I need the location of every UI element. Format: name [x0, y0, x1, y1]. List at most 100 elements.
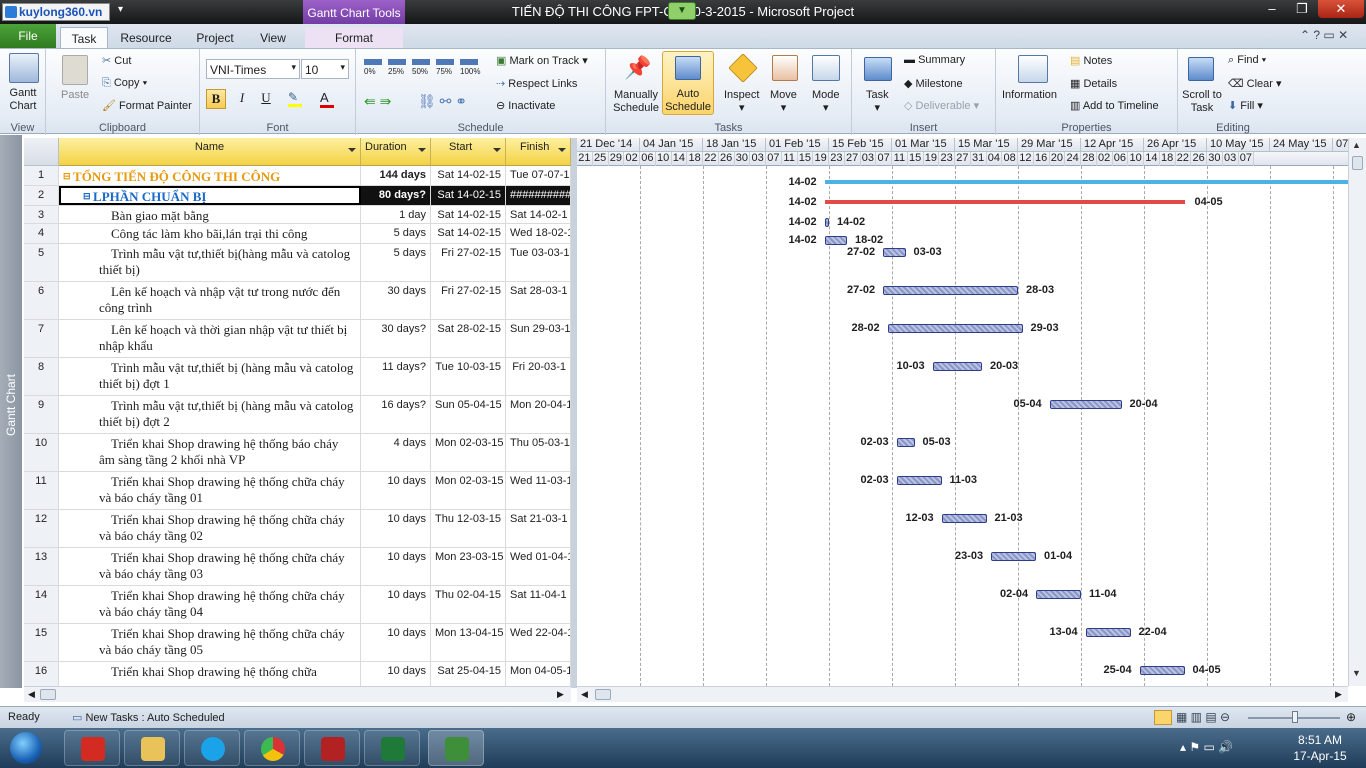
task-name-cell[interactable]: Công tác làm kho bãi,lán trại thi công	[59, 224, 361, 243]
clear-button[interactable]: ⌫ Clear ▾	[1228, 77, 1282, 90]
mode-button[interactable]: Mode ▾	[812, 89, 840, 115]
help-icon[interactable]: ⌃ ? ▭ ✕	[1300, 28, 1348, 42]
finish-cell[interactable]: Wed 22-04-1	[506, 624, 571, 661]
task-name-cell[interactable]: ⊟ TỔNG TIẾN ĐỘ CÔNG THI CÔNG	[59, 166, 361, 185]
duration-cell[interactable]: 4 days	[361, 434, 431, 471]
pct-100-button[interactable]: 100%	[460, 67, 480, 76]
paste-button[interactable]: Paste	[61, 89, 89, 101]
row-id[interactable]: 10	[24, 434, 59, 471]
column-header-start[interactable]: Start	[431, 138, 506, 166]
task-name-cell[interactable]: Bàn giao mặt bằng	[59, 206, 361, 223]
chart-horizontal-scrollbar[interactable]: ◀ ▶	[577, 686, 1348, 702]
scroll-left-icon[interactable]: ◀	[581, 689, 588, 700]
tray-icons[interactable]: ▴ ⚑ ▭ 🔊	[1180, 740, 1233, 754]
select-all-corner[interactable]	[24, 138, 59, 166]
gantt-bar[interactable]	[1049, 400, 1122, 409]
finish-cell[interactable]: Sun 29-03-1	[506, 320, 571, 357]
finish-cell[interactable]: Sat 21-03-1	[506, 510, 571, 547]
table-row[interactable]: 2 ⊟ LPHẦN CHUẨN BỊ 80 days? Sat 14-02-15 ###…	[24, 186, 571, 206]
duration-cell[interactable]: 5 days	[361, 244, 431, 281]
taskbar-chrome-icon[interactable]	[244, 730, 300, 766]
gantt-bar[interactable]	[896, 476, 942, 485]
start-cell[interactable]: Mon 02-03-15	[431, 472, 506, 509]
view-bar[interactable]: Gantt Chart	[0, 135, 22, 688]
start-cell[interactable]: Mon 02-03-15	[431, 434, 506, 471]
scroll-thumb[interactable]	[1352, 156, 1363, 170]
move-button[interactable]: Move ▾	[770, 89, 797, 115]
row-id[interactable]: 12	[24, 510, 59, 547]
add-to-timeline-button[interactable]: ▥ Add to Timeline	[1070, 99, 1159, 112]
table-row[interactable]: 7 Lên kế hoạch và thời gian nhập vật tư t…	[24, 320, 571, 358]
row-id[interactable]: 1	[24, 166, 59, 185]
duration-cell[interactable]: 10 days	[361, 624, 431, 661]
table-row[interactable]: 13 Triển khai Shop drawing hệ thống chữa …	[24, 548, 571, 586]
start-cell[interactable]: Sat 14-02-15	[431, 186, 506, 205]
table-row[interactable]: 4 Công tác làm kho bãi,lán trại thi công 5…	[24, 224, 571, 244]
finish-cell[interactable]: Thu 05-03-1	[506, 434, 571, 471]
gantt-bar[interactable]	[883, 248, 906, 257]
zoom-in-icon[interactable]: ⊕	[1346, 710, 1356, 724]
row-id[interactable]: 11	[24, 472, 59, 509]
gantt-bar[interactable]	[941, 514, 987, 523]
format-painter-button[interactable]: 🖌 Format Painter	[102, 99, 192, 112]
column-header-duration[interactable]: Duration	[361, 138, 431, 166]
font-color-icon[interactable]: A	[320, 90, 346, 110]
gantt-chart-button[interactable]: Gantt Chart	[4, 87, 42, 113]
duration-cell[interactable]: 30 days?	[361, 320, 431, 357]
start-cell[interactable]: Fri 27-02-15	[431, 244, 506, 281]
row-id[interactable]: 16	[24, 662, 59, 686]
taskbar-project-icon[interactable]	[428, 730, 484, 766]
start-cell[interactable]: Mon 23-03-15	[431, 548, 506, 585]
pct-25-button[interactable]: 25%	[388, 67, 404, 76]
start-cell[interactable]: Tue 10-03-15	[431, 358, 506, 395]
scroll-right-icon[interactable]: ▶	[1335, 689, 1342, 700]
taskbar-excel-icon[interactable]	[364, 730, 420, 766]
scroll-down-icon[interactable]: ▼	[1352, 668, 1361, 678]
pct-50-button[interactable]: 50%	[412, 67, 428, 76]
smart-tag-dropdown[interactable]: ▼	[668, 2, 696, 20]
table-row[interactable]: 11 Triển khai Shop drawing hệ thống chữa …	[24, 472, 571, 510]
row-id[interactable]: 7	[24, 320, 59, 357]
scroll-left-icon[interactable]: ◀	[28, 689, 35, 700]
table-row[interactable]: 14 Triển khai Shop drawing hệ thống chữa …	[24, 586, 571, 624]
start-cell[interactable]: Sat 14-02-15	[431, 166, 506, 185]
table-row[interactable]: 9 Trình mẫu vật tư,thiết bị (hàng mẫu và …	[24, 396, 571, 434]
scroll-right-icon[interactable]: ▶	[557, 689, 564, 700]
taskbar-skype-icon[interactable]	[184, 730, 240, 766]
scroll-thumb[interactable]	[595, 689, 611, 700]
minimize-button[interactable]: –	[1258, 0, 1286, 18]
gantt-bar[interactable]	[824, 236, 847, 245]
inactivate-button[interactable]: ⊖ Inactivate	[496, 99, 555, 112]
find-button[interactable]: ⌕ Find ▾	[1228, 54, 1266, 67]
row-id[interactable]: 15	[24, 624, 59, 661]
taskbar-pdf-icon[interactable]	[64, 730, 120, 766]
restore-button[interactable]: ❐	[1288, 0, 1316, 18]
start-cell[interactable]: Sun 05-04-15	[431, 396, 506, 433]
start-cell[interactable]: Thu 02-04-15	[431, 586, 506, 623]
table-row[interactable]: 3 Bàn giao mặt bằng 1 day Sat 14-02-15 Sat 1…	[24, 206, 571, 224]
mark-on-track-button[interactable]: ▣ Mark on Track ▾	[496, 54, 588, 67]
close-button[interactable]: ✕	[1318, 0, 1364, 18]
tab-project[interactable]: Project	[188, 27, 242, 48]
table-row[interactable]: 16 Triển khai Shop drawing hệ thống chữa 1…	[24, 662, 571, 686]
duration-cell[interactable]: 10 days	[361, 586, 431, 623]
font-size-select[interactable]: 10 ▾	[301, 59, 349, 79]
taskbar-autocad-icon[interactable]	[304, 730, 360, 766]
row-id[interactable]: 13	[24, 548, 59, 585]
row-id[interactable]: 4	[24, 224, 59, 243]
scroll-thumb[interactable]	[40, 689, 56, 700]
start-button[interactable]	[2, 730, 50, 766]
finish-cell[interactable]: Tue 07-07-1	[506, 166, 571, 185]
finish-cell[interactable]: Wed 01-04-1	[506, 548, 571, 585]
details-button[interactable]: ▦ Details	[1070, 77, 1117, 90]
table-row[interactable]: 8 Trình mẫu vật tư,thiết bị (hàng mẫu và …	[24, 358, 571, 396]
vertical-scrollbar[interactable]: ▲ ▼	[1348, 138, 1366, 686]
duration-cell[interactable]: 11 days?	[361, 358, 431, 395]
notes-button[interactable]: ▤ Notes	[1070, 54, 1112, 67]
task-name-cell[interactable]: Triển khai Shop drawing hệ thống chữa	[59, 662, 361, 686]
start-cell[interactable]: Thu 12-03-15	[431, 510, 506, 547]
table-row[interactable]: 10 Triển khai Shop drawing hệ thống báo c…	[24, 434, 571, 472]
finish-cell[interactable]: Sat 28-03-1	[506, 282, 571, 319]
grid-horizontal-scrollbar[interactable]: ◀ ▶	[24, 686, 571, 702]
task-name-cell[interactable]: Triển khai Shop drawing hệ thống chữa ch…	[59, 510, 361, 547]
